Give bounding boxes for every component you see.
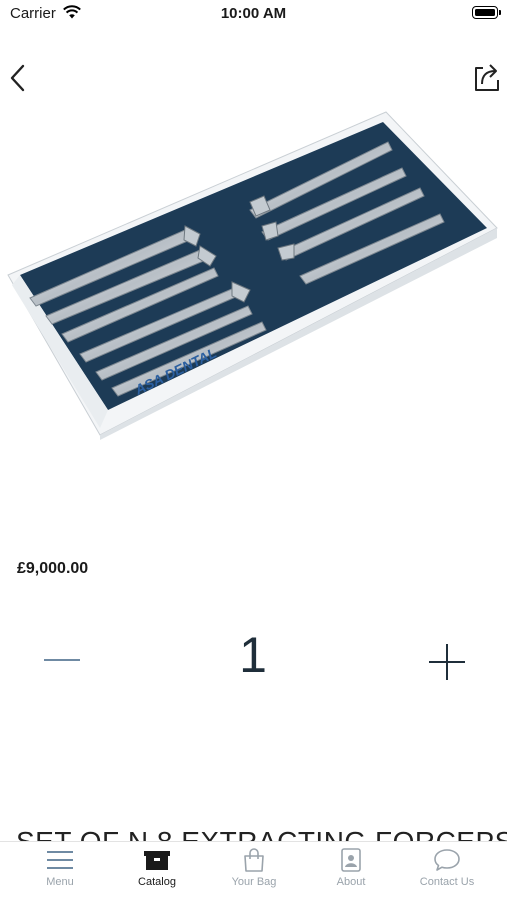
tab-label-contact-us: Contact Us: [419, 876, 475, 888]
share-icon: [475, 64, 499, 91]
box-icon: [144, 851, 170, 870]
status-time: 10:00 AM: [220, 5, 287, 22]
battery-icon: [472, 6, 501, 19]
chevron-left-icon: [10, 64, 25, 92]
chat-bubble-icon: [434, 849, 460, 871]
tab-menu[interactable]: Menu: [15, 848, 105, 898]
quantity-stepper: 1: [0, 620, 507, 700]
tab-contact-us[interactable]: Contact Us: [402, 848, 492, 898]
product-image: ASA DENTAL: [7, 111, 498, 440]
tab-catalog[interactable]: Catalog: [112, 848, 202, 898]
menu-icon: [47, 851, 73, 869]
share-button[interactable]: [471, 60, 501, 94]
nav-bar: [0, 50, 507, 106]
tab-label-your-bag: Your Bag: [231, 876, 277, 888]
tab-your-bag[interactable]: Your Bag: [209, 848, 299, 898]
decrease-quantity-button[interactable]: [40, 640, 84, 680]
bag-icon: [244, 848, 264, 872]
increase-quantity-button[interactable]: [425, 640, 469, 684]
tab-label-about: About: [336, 876, 366, 888]
tab-label-catalog: Catalog: [138, 876, 176, 888]
quantity-value: 1: [239, 627, 267, 683]
tab-bar: Menu Catalog Your Bag About Contact Us: [0, 841, 507, 900]
back-button[interactable]: [6, 60, 32, 96]
product-price: £9,000.00: [17, 560, 89, 577]
status-bar: Carrier 10:00 AM: [0, 0, 507, 28]
contact-card-icon: [341, 848, 361, 872]
tab-about[interactable]: About: [306, 848, 396, 898]
tab-label-menu: Menu: [46, 876, 74, 888]
